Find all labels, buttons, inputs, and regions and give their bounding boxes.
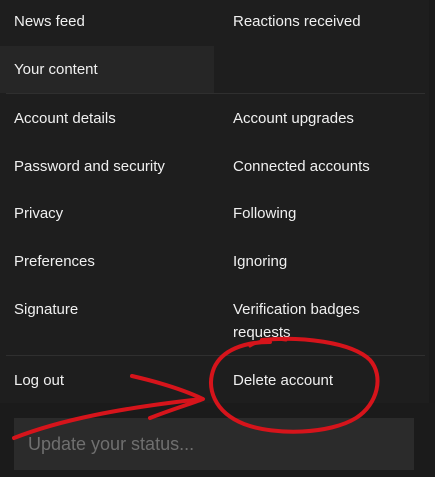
menu-item-preferences[interactable]: Preferences <box>14 250 95 273</box>
menu-item-your-content[interactable]: Your content <box>14 58 98 81</box>
verification-label-line2: requests <box>233 324 291 341</box>
verification-label-line1: Verification badges <box>233 301 360 318</box>
menu-item-ignoring[interactable]: Ignoring <box>233 250 287 273</box>
menu-item-privacy[interactable]: Privacy <box>14 202 63 225</box>
menu-item-news-feed[interactable]: News feed <box>14 10 85 33</box>
menu-item-connected-accounts[interactable]: Connected accounts <box>233 155 370 178</box>
menu-item-delete-account[interactable]: Delete account <box>233 369 333 392</box>
divider <box>6 355 425 356</box>
status-input[interactable] <box>14 418 414 470</box>
menu-item-password-security[interactable]: Password and security <box>14 155 165 178</box>
menu-item-reactions-received[interactable]: Reactions received <box>233 10 361 33</box>
menu-item-account-details[interactable]: Account details <box>14 107 116 130</box>
menu-item-signature[interactable]: Signature <box>14 298 78 321</box>
divider <box>6 93 425 94</box>
menu-item-account-upgrades[interactable]: Account upgrades <box>233 107 354 130</box>
status-area <box>0 403 435 477</box>
menu-item-following[interactable]: Following <box>233 202 296 225</box>
menu-item-verification-badges-requests[interactable]: Verification badges requests <box>233 298 360 344</box>
menu-item-log-out[interactable]: Log out <box>14 369 64 392</box>
scroll-edge <box>429 0 435 403</box>
